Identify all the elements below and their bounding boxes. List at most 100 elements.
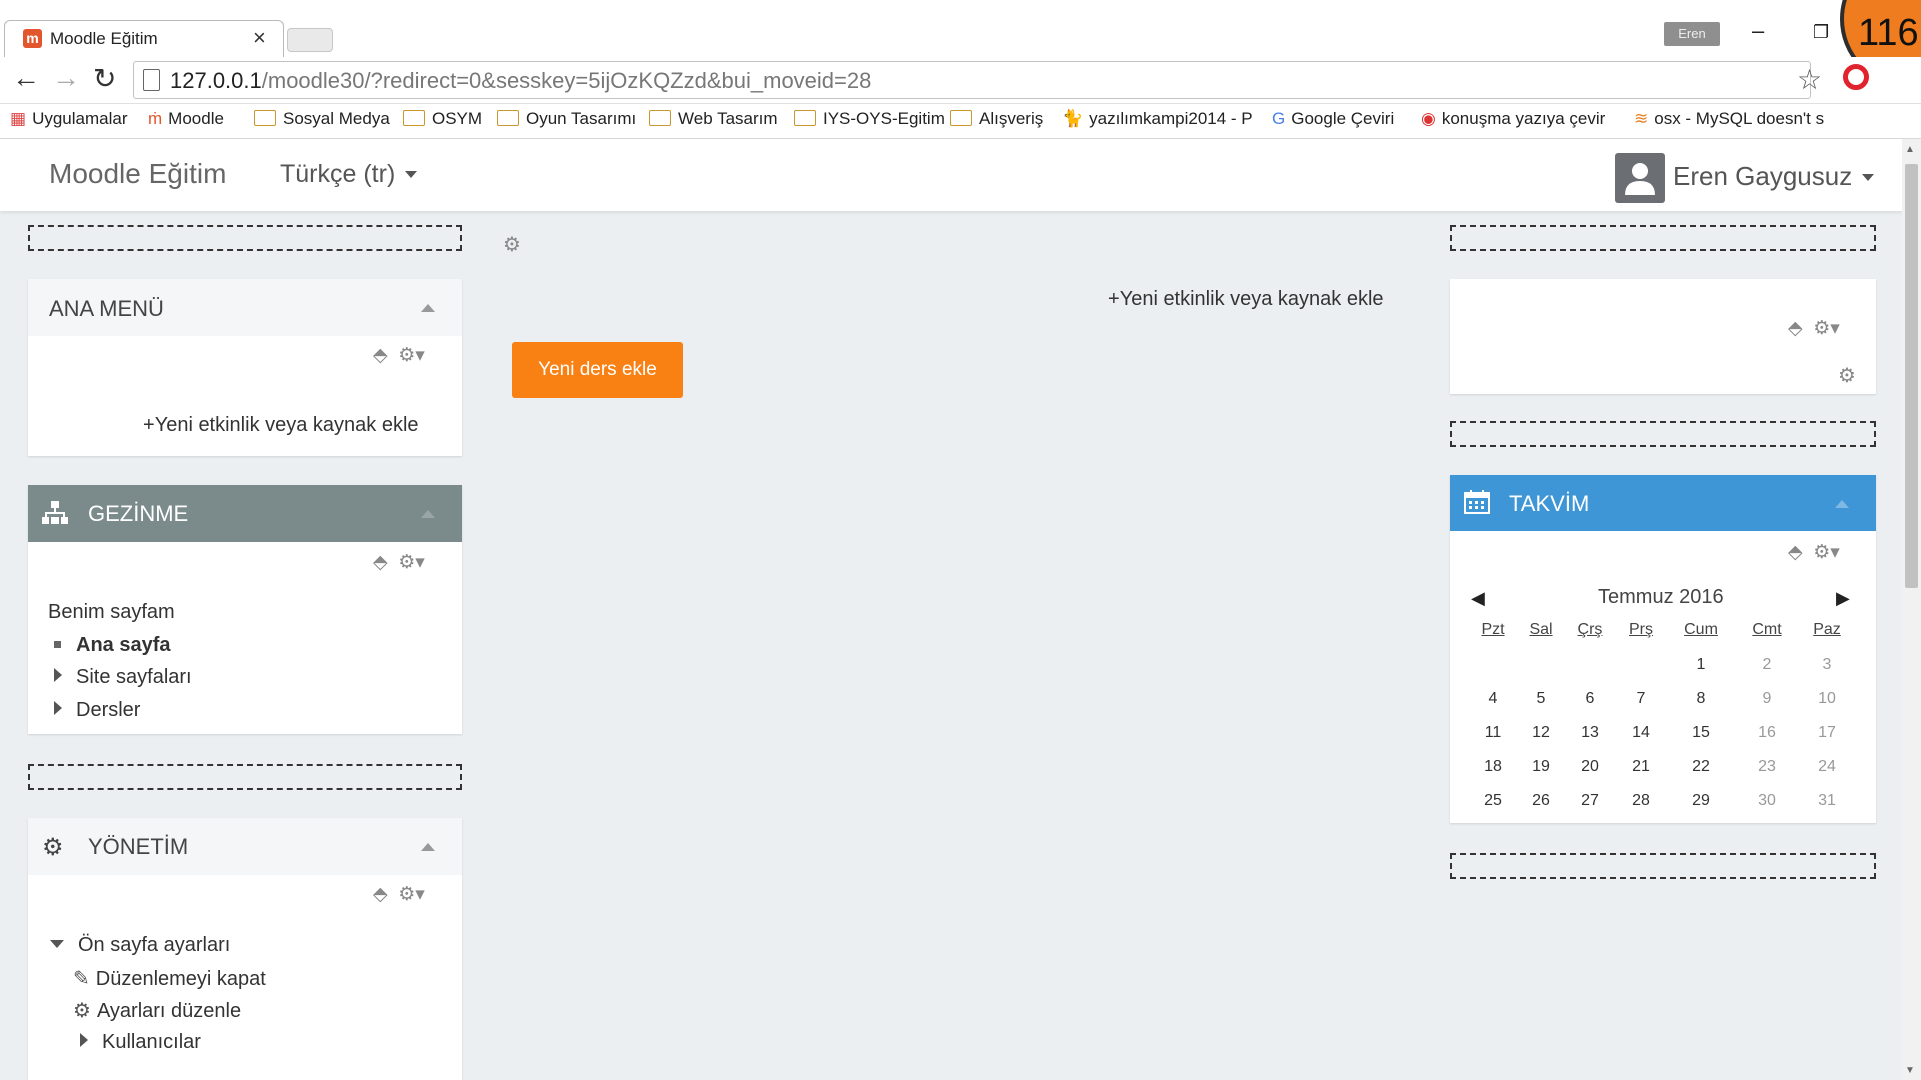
- bookmark-item[interactable]: Alışveriş: [950, 109, 1043, 129]
- move-icon[interactable]: ⬘: [373, 552, 388, 573]
- bookmark-item[interactable]: IYS-OYS-Egitim: [794, 109, 945, 129]
- calendar-day[interactable]: 10: [1807, 690, 1847, 708]
- prev-month-icon[interactable]: ◀: [1471, 588, 1485, 609]
- calendar-day[interactable]: 15: [1681, 724, 1721, 742]
- block-actions[interactable]: ⬘ ⚙▾: [1788, 317, 1840, 340]
- block-actions[interactable]: ⬘ ⚙▾: [373, 883, 425, 906]
- scrollbar-thumb[interactable]: [1905, 164, 1918, 588]
- nav-item-my-page[interactable]: Benim sayfam: [48, 601, 175, 624]
- avatar[interactable]: [1615, 153, 1665, 203]
- calendar-day[interactable]: 18: [1473, 758, 1513, 776]
- calendar-day[interactable]: 23: [1747, 758, 1787, 776]
- gear-icon[interactable]: ⚙▾: [1813, 318, 1840, 339]
- bookmark-item[interactable]: ▦ Uygulamalar: [10, 109, 128, 129]
- calendar-day[interactable]: 5: [1521, 690, 1561, 708]
- tab-close-icon[interactable]: ×: [253, 25, 266, 51]
- admin-item-edit-settings[interactable]: ⚙ Ayarları düzenle: [73, 998, 241, 1023]
- calendar-day[interactable]: 25: [1473, 792, 1513, 810]
- admin-item-turn-editing-off[interactable]: ✎ Düzenlemeyi kapat: [73, 966, 266, 991]
- nav-item-home[interactable]: Ana sayfa: [54, 634, 171, 657]
- move-icon[interactable]: ⬘: [1788, 542, 1803, 563]
- collapse-icon[interactable]: [1835, 500, 1849, 508]
- calendar-day[interactable]: 27: [1570, 792, 1610, 810]
- nav-item-courses[interactable]: Dersler: [54, 699, 140, 722]
- admin-item-users[interactable]: Kullanıcılar: [80, 1031, 201, 1054]
- block-actions[interactable]: ⬘ ⚙▾: [1788, 541, 1840, 564]
- move-icon[interactable]: ⬘: [1788, 318, 1803, 339]
- profile-badge[interactable]: Eren: [1664, 22, 1720, 46]
- admin-item-frontpage-settings[interactable]: Ön sayfa ayarları: [50, 934, 230, 957]
- block-drop-target[interactable]: [28, 225, 462, 251]
- scroll-down-icon[interactable]: ▼: [1905, 1065, 1915, 1076]
- calendar-day[interactable]: 9: [1747, 690, 1787, 708]
- calendar-day[interactable]: 31: [1807, 792, 1847, 810]
- collapse-icon[interactable]: [421, 510, 435, 518]
- calendar-day[interactable]: 4: [1473, 690, 1513, 708]
- calendar-day[interactable]: 17: [1807, 724, 1847, 742]
- back-arrow-icon[interactable]: ←: [12, 62, 40, 94]
- scroll-up-icon[interactable]: ▲: [1905, 144, 1915, 155]
- forward-arrow-icon[interactable]: →: [52, 62, 80, 94]
- add-activity-link[interactable]: +Yeni etkinlik veya kaynak ekle: [143, 414, 419, 437]
- bookmark-item[interactable]: Oyun Tasarımı: [497, 109, 636, 129]
- gear-icon[interactable]: ⚙: [503, 232, 521, 257]
- bookmark-item[interactable]: ◉ konuşma yazıya çevir: [1421, 109, 1605, 129]
- calendar-day[interactable]: 22: [1681, 758, 1721, 776]
- calendar-day[interactable]: 6: [1570, 690, 1610, 708]
- calendar-day[interactable]: 19: [1521, 758, 1561, 776]
- bookmark-item[interactable]: Web Tasarım: [649, 109, 778, 129]
- block-actions[interactable]: ⬘ ⚙▾: [373, 551, 425, 574]
- calendar-day[interactable]: 1: [1681, 656, 1721, 674]
- calendar-day[interactable]: 12: [1521, 724, 1561, 742]
- add-activity-link[interactable]: +Yeni etkinlik veya kaynak ekle: [1108, 288, 1384, 311]
- nav-item-site-pages[interactable]: Site sayfaları: [54, 666, 192, 689]
- calendar-day[interactable]: 8: [1681, 690, 1721, 708]
- block-drop-target[interactable]: [28, 764, 462, 790]
- calendar-day[interactable]: 2: [1747, 656, 1787, 674]
- calendar-day[interactable]: 7: [1621, 690, 1661, 708]
- bookmark-item[interactable]: OSYM: [403, 109, 482, 129]
- site-brand[interactable]: Moodle Eğitim: [49, 158, 226, 190]
- gear-icon[interactable]: ⚙▾: [1813, 542, 1840, 563]
- calendar-day[interactable]: 16: [1747, 724, 1787, 742]
- calendar-day[interactable]: 14: [1621, 724, 1661, 742]
- block-drop-target[interactable]: [1450, 421, 1876, 447]
- language-menu[interactable]: Türkçe (tr): [280, 160, 418, 189]
- bookmark-star-icon[interactable]: ☆: [1797, 63, 1822, 96]
- bookmark-item[interactable]: ≋ osx - MySQL doesn't s: [1634, 109, 1824, 129]
- block-actions[interactable]: ⬘ ⚙▾: [373, 344, 425, 367]
- new-tab-button[interactable]: [287, 28, 333, 52]
- gear-icon[interactable]: ⚙▾: [398, 884, 425, 905]
- add-course-button[interactable]: Yeni ders ekle: [512, 342, 683, 398]
- move-icon[interactable]: ⬘: [373, 884, 388, 905]
- calendar-day[interactable]: 20: [1570, 758, 1610, 776]
- reload-icon[interactable]: ↻: [93, 62, 116, 95]
- move-icon[interactable]: ⬘: [373, 345, 388, 366]
- bookmark-item[interactable]: G Google Çeviri: [1272, 109, 1394, 129]
- block-drop-target[interactable]: [1450, 225, 1876, 251]
- collapse-icon[interactable]: [421, 304, 435, 312]
- bookmark-item[interactable]: 🐈 yazılımkampi2014 - P: [1062, 109, 1253, 129]
- calendar-day[interactable]: 3: [1807, 656, 1847, 674]
- restore-icon[interactable]: ❐: [1813, 22, 1829, 43]
- calendar-day[interactable]: 13: [1570, 724, 1610, 742]
- block-drop-target[interactable]: [1450, 853, 1876, 879]
- gear-icon[interactable]: ⚙: [1838, 363, 1856, 388]
- minimize-icon[interactable]: –: [1752, 18, 1764, 44]
- opera-extension-icon[interactable]: [1843, 64, 1869, 90]
- calendar-day[interactable]: 11: [1473, 724, 1513, 742]
- user-menu[interactable]: Eren Gaygusuz: [1673, 161, 1875, 192]
- calendar-day[interactable]: 21: [1621, 758, 1661, 776]
- calendar-day[interactable]: 30: [1747, 792, 1787, 810]
- next-month-icon[interactable]: ▶: [1836, 588, 1850, 609]
- gear-icon[interactable]: ⚙▾: [398, 552, 425, 573]
- gear-icon[interactable]: ⚙▾: [398, 345, 425, 366]
- collapse-icon[interactable]: [421, 843, 435, 851]
- calendar-day[interactable]: 28: [1621, 792, 1661, 810]
- bookmark-item[interactable]: Sosyal Medya: [254, 109, 390, 129]
- url-text[interactable]: 127.0.0.1/moodle30/?redirect=0&sesskey=5…: [170, 68, 871, 94]
- calendar-day[interactable]: 26: [1521, 792, 1561, 810]
- calendar-day[interactable]: 24: [1807, 758, 1847, 776]
- bookmark-item[interactable]: ṁ Moodle: [148, 109, 224, 129]
- calendar-day[interactable]: 29: [1681, 792, 1721, 810]
